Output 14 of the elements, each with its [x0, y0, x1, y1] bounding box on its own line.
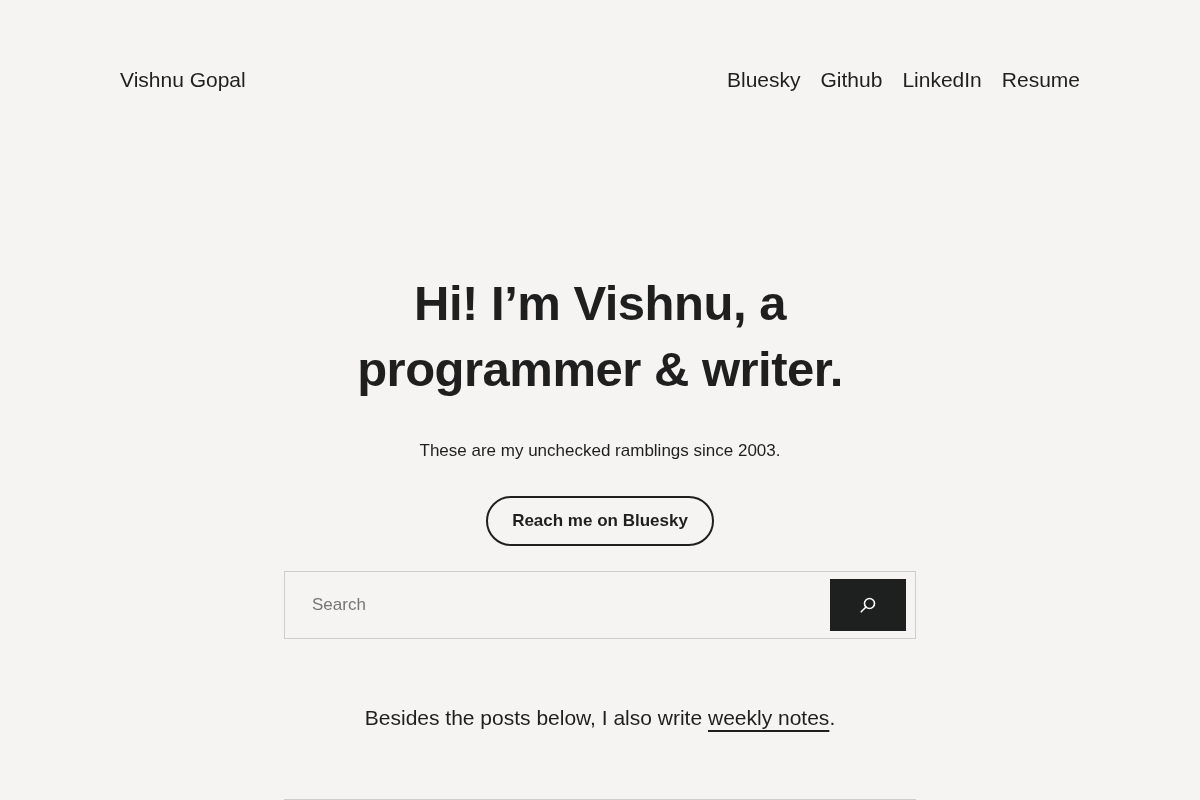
search-button[interactable] — [830, 579, 906, 631]
site-title[interactable]: Vishnu Gopal — [120, 68, 246, 92]
nav-link[interactable]: Resume — [1001, 68, 1080, 92]
search-field[interactable]: Search — [284, 571, 916, 639]
search-input[interactable]: Search — [285, 579, 830, 631]
nav-link[interactable]: Github — [820, 68, 883, 92]
search-icon — [860, 597, 876, 613]
weekly-notes-link[interactable]: weekly notes — [707, 706, 830, 729]
hero-heading: Hi! I’m Vishnu, a programmer & writer. — [356, 275, 844, 398]
hero-subtitle: These are my unchecked ramblings since 2003. — [419, 440, 781, 462]
nav-link[interactable]: LinkedIn — [902, 68, 982, 92]
nav-link[interactable]: Bluesky — [727, 68, 801, 92]
contact-button[interactable]: Reach me on Bluesky — [486, 496, 714, 546]
intro-text: Besides the posts below, I also write weekly notes. — [364, 705, 836, 731]
